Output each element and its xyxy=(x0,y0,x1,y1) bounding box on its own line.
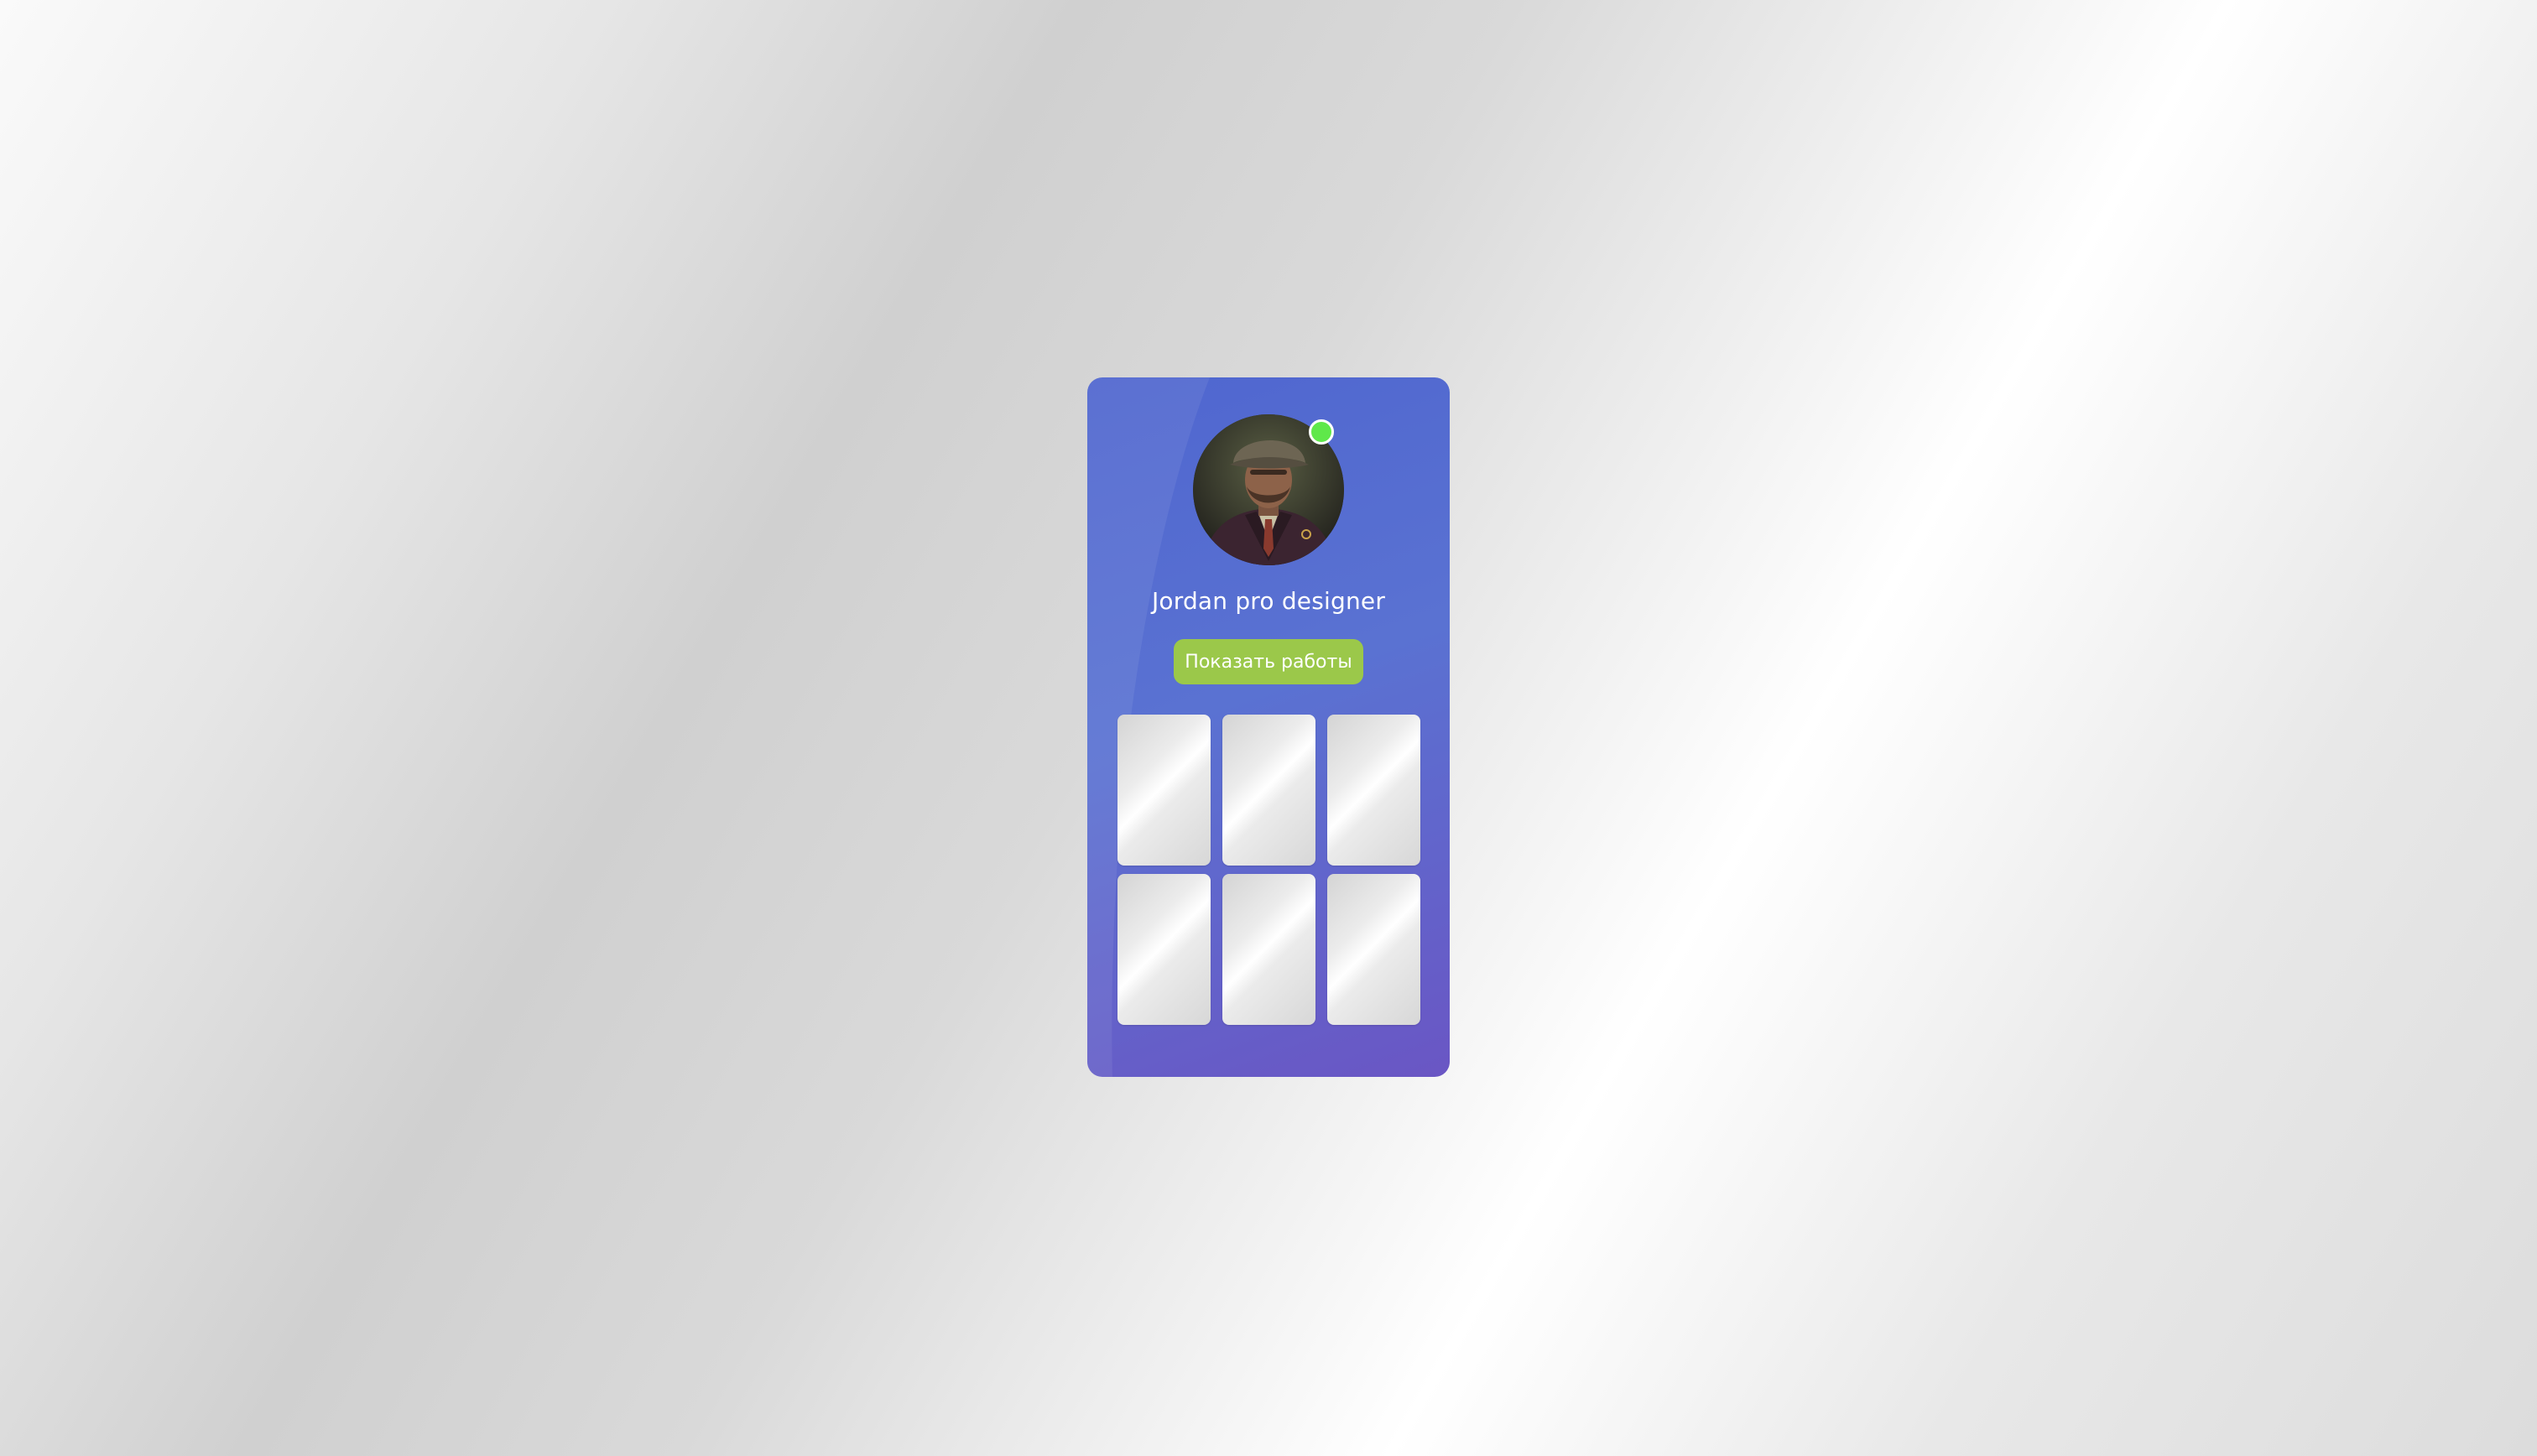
profile-card: Jordan pro designer Показать работы xyxy=(1087,377,1450,1077)
work-thumbnail[interactable] xyxy=(1222,715,1315,866)
show-works-button[interactable]: Показать работы xyxy=(1174,639,1363,684)
work-thumbnail[interactable] xyxy=(1327,874,1420,1025)
work-thumbnail[interactable] xyxy=(1117,874,1211,1025)
work-thumbnail[interactable] xyxy=(1327,715,1420,866)
online-status-indicator xyxy=(1309,419,1334,445)
work-thumbnail[interactable] xyxy=(1117,715,1211,866)
work-thumbnail[interactable] xyxy=(1222,874,1315,1025)
profile-name: Jordan pro designer xyxy=(1151,587,1386,615)
avatar-container xyxy=(1193,414,1344,565)
works-grid xyxy=(1117,715,1420,1025)
